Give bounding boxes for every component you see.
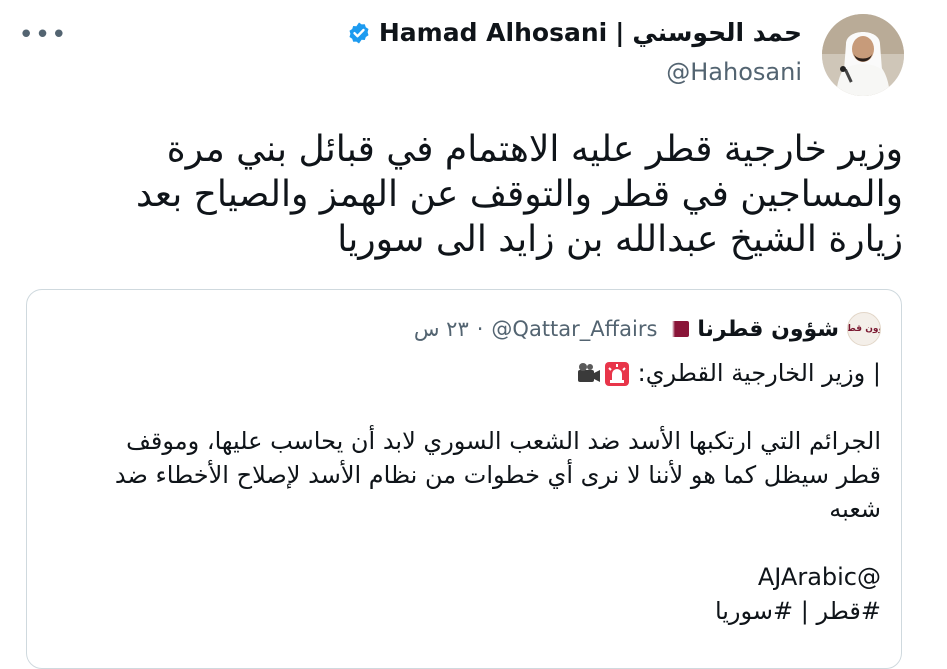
author-name-en: Hamad Alhosani bbox=[378, 18, 608, 47]
qatar-flag-icon bbox=[665, 321, 690, 337]
quoted-line-1: | وزير الخارجية القطري: bbox=[41, 356, 881, 390]
tweet-line-1: وزير خارجية قطر عليه الاهتمام في قبائل ب… bbox=[166, 129, 903, 170]
quoted-line-4: شعبه bbox=[829, 495, 881, 523]
author-handle[interactable]: @Hahosani bbox=[666, 58, 802, 86]
siren-icon bbox=[605, 362, 630, 386]
quoted-display-name: شؤون قطرنا bbox=[697, 316, 839, 342]
quoted-dot: · bbox=[476, 317, 484, 341]
author-name-separator: | bbox=[615, 18, 625, 47]
quoted-timestamp[interactable]: ٢٣ س bbox=[414, 317, 469, 341]
more-options-icon[interactable]: ••• bbox=[19, 18, 67, 52]
quoted-blank-line bbox=[41, 390, 881, 424]
author-name-ar: حمد الحوسني bbox=[632, 18, 802, 47]
tweet-line-3: زيارة الشيخ عبدالله بن زايد الى سوريا bbox=[337, 219, 903, 260]
quoted-line-3: قطر سيظل كما هو لأننا لا نرى أي خطوات من… bbox=[114, 461, 881, 489]
quoted-line-1-text: | وزير الخارجية القطري: bbox=[637, 359, 881, 387]
quoted-emojis bbox=[576, 361, 630, 387]
quoted-avatar[interactable]: شؤون قطرنا bbox=[847, 312, 881, 346]
camera-icon bbox=[578, 363, 601, 382]
author-name-row[interactable]: Hamad Alhosani | حمد الحوسني bbox=[347, 18, 802, 47]
quoted-tweet-header: شؤون قطرنا شؤون قطرنا @Qattar_Affairs · … bbox=[414, 312, 881, 346]
quoted-hashtags[interactable]: #قطر | #سوريا bbox=[41, 594, 881, 628]
quoted-line-2: الجرائم التي ارتكبها الأسد ضد الشعب السو… bbox=[126, 427, 881, 455]
tweet-text: وزير خارجية قطر عليه الاهتمام في قبائل ب… bbox=[83, 127, 903, 262]
quoted-body: | وزير الخارجية القطري: الجرائم التي ارت… bbox=[41, 356, 881, 628]
author-avatar[interactable] bbox=[822, 14, 904, 96]
quoted-avatar-text: شؤون قطرنا bbox=[847, 324, 880, 334]
verified-badge-icon bbox=[347, 21, 371, 45]
tweet-card: Hamad Alhosani | حمد الحوسني @Hahosani •… bbox=[0, 0, 947, 669]
quoted-blank-line-2 bbox=[41, 526, 881, 560]
quoted-mention[interactable]: @AJArabic bbox=[41, 560, 881, 594]
avatar-photo bbox=[822, 14, 904, 96]
quoted-handle[interactable]: @Qattar_Affairs bbox=[491, 317, 657, 341]
quoted-tweet[interactable]: شؤون قطرنا شؤون قطرنا @Qattar_Affairs · … bbox=[26, 289, 902, 669]
tweet-line-2: والمساجين في قطر والتوقف عن الهمز والصيا… bbox=[135, 174, 903, 215]
